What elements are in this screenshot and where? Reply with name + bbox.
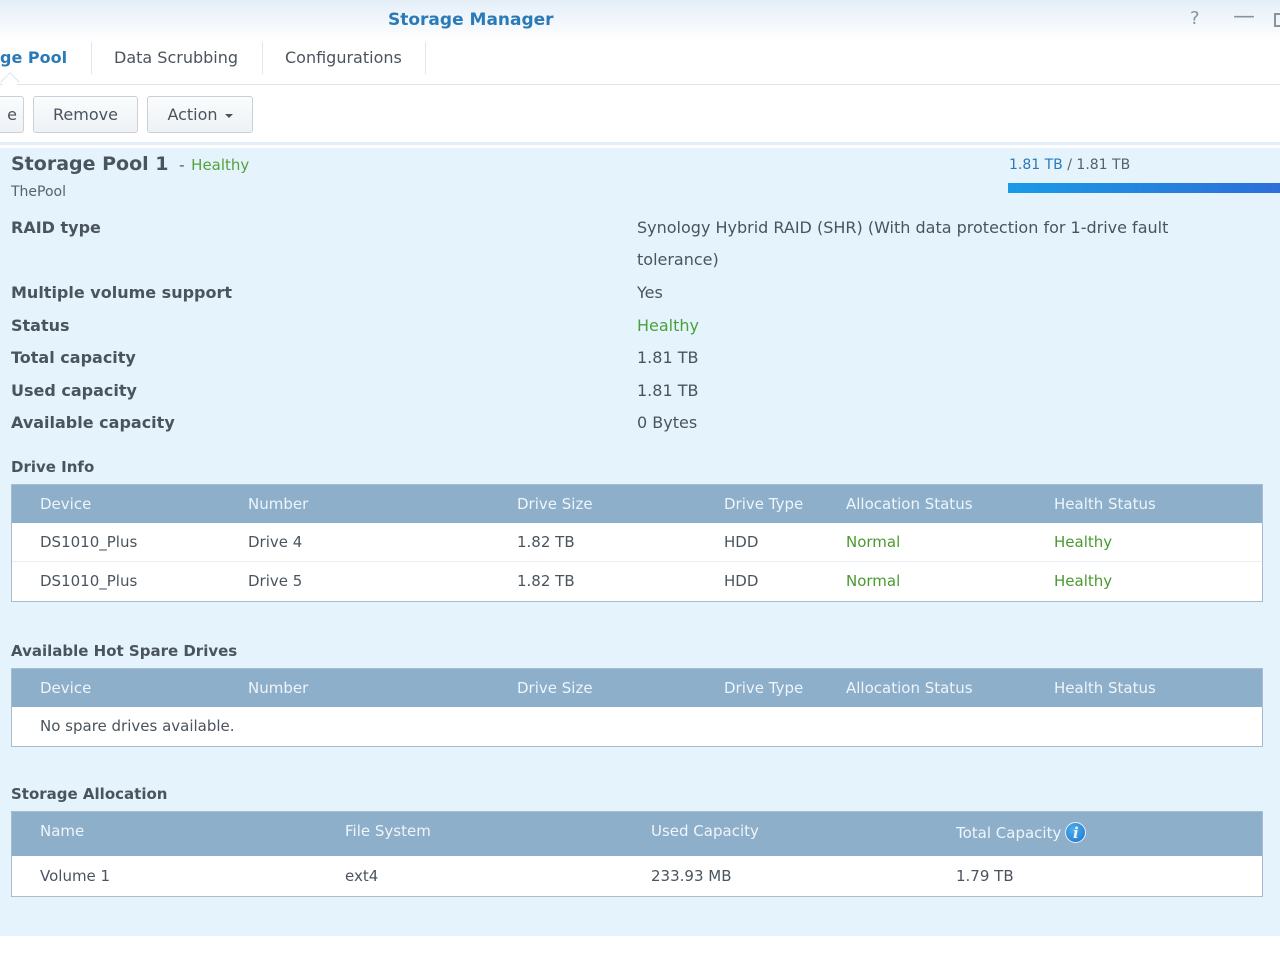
action-button[interactable]: Action — [147, 96, 253, 133]
hot-spare-title: Available Hot Spare Drives — [11, 642, 238, 660]
cell-number: Drive 5 — [248, 572, 303, 590]
prop-value-multiple-volume: Yes — [637, 283, 663, 302]
caret-down-icon — [224, 113, 233, 118]
maximize-icon[interactable] — [1274, 13, 1280, 27]
cell-file-system: ext4 — [345, 867, 379, 885]
cell-health-status: Healthy — [1054, 572, 1113, 590]
prop-label-multiple-volume: Multiple volume support — [11, 283, 233, 302]
pool-health-badge: Healthy — [191, 156, 250, 174]
hot-spare-table: Device Number Drive Size Drive Type Allo… — [11, 668, 1263, 747]
help-icon[interactable]: ? — [1190, 8, 1200, 29]
column-header[interactable]: Allocation Status — [846, 495, 973, 513]
prop-value-available-capacity: 0 Bytes — [637, 413, 698, 432]
prop-label-raid-type: RAID type — [11, 218, 101, 237]
action-button-label: Action — [167, 105, 218, 124]
drive-info-table: Device Number Drive Size Drive Type Allo… — [11, 484, 1263, 602]
window-titlebar: Storage Manager ? — — [0, 0, 1280, 42]
info-icon[interactable]: i — [1065, 822, 1087, 843]
tab-divider — [262, 42, 263, 74]
storage-allocation-table: Name File System Used Capacity Total Cap… — [11, 811, 1263, 897]
pool-name: Storage Pool 1 — [11, 153, 169, 175]
column-header[interactable]: Device — [40, 679, 91, 697]
cell-device: DS1010_Plus — [40, 533, 138, 551]
column-header[interactable]: Allocation Status — [846, 679, 973, 697]
prop-value-total-capacity: 1.81 TB — [637, 348, 699, 367]
column-header-label: Total Capacity — [956, 824, 1062, 842]
column-header[interactable]: Name — [40, 822, 84, 840]
tab-bar: ge Pool Data Scrubbing Configurations — [0, 42, 1280, 92]
table-header: Device Number Drive Size Drive Type Allo… — [12, 485, 1262, 523]
minimize-icon[interactable]: — — [1233, 4, 1255, 29]
cell-used-capacity: 233.93 MB — [651, 867, 732, 885]
column-header[interactable]: Number — [248, 679, 308, 697]
column-header[interactable]: Health Status — [1054, 495, 1156, 513]
cell-number: Drive 4 — [248, 533, 303, 551]
prop-label-total-capacity: Total capacity — [11, 348, 136, 367]
table-row[interactable]: DS1010_Plus Drive 4 1.82 TB HDD Normal H… — [12, 523, 1262, 562]
cell-allocation-status: Normal — [846, 533, 901, 551]
prop-value-status: Healthy — [637, 316, 700, 335]
cell-drive-size: 1.82 TB — [517, 572, 575, 590]
tab-divider — [425, 42, 426, 74]
column-header[interactable]: Drive Type — [724, 495, 803, 513]
column-header[interactable]: Health Status — [1054, 679, 1156, 697]
empty-message: No spare drives available. — [40, 717, 235, 735]
column-header[interactable]: Drive Type — [724, 679, 803, 697]
storage-allocation-title: Storage Allocation — [11, 785, 168, 803]
table-row[interactable]: DS1010_Plus Drive 5 1.82 TB HDD Normal H… — [12, 562, 1262, 601]
column-header[interactable]: Number — [248, 495, 308, 513]
column-header[interactable]: Drive Size — [517, 679, 593, 697]
column-header[interactable]: Drive Size — [517, 495, 593, 513]
pool-separator: - — [179, 156, 185, 174]
drive-info-title: Drive Info — [11, 458, 95, 476]
footer-area — [0, 936, 1280, 960]
cell-drive-type: HDD — [724, 572, 759, 590]
usage-progress-fill — [1008, 183, 1280, 193]
usage-used: 1.81 TB — [1009, 157, 1063, 173]
cell-name: Volume 1 — [40, 867, 111, 885]
cell-device: DS1010_Plus — [40, 572, 138, 590]
pool-description: ThePool — [11, 184, 67, 200]
table-header: Device Number Drive Size Drive Type Allo… — [12, 669, 1262, 707]
app-title: Storage Manager — [388, 10, 554, 30]
cell-allocation-status: Normal — [846, 572, 901, 590]
prop-label-used-capacity: Used capacity — [11, 381, 137, 400]
usage-progress-bar — [1008, 183, 1280, 193]
remove-button[interactable]: Remove — [33, 96, 138, 133]
usage-readout: 1.81 TB / 1.81 TB — [1009, 157, 1130, 173]
table-row[interactable]: Volume 1 ext4 233.93 MB 1.79 TB — [12, 856, 1262, 896]
prop-value-used-capacity: 1.81 TB — [637, 381, 699, 400]
empty-row: No spare drives available. — [12, 707, 1262, 746]
cell-drive-size: 1.82 TB — [517, 533, 575, 551]
tab-configurations[interactable]: Configurations — [285, 42, 402, 74]
prop-label-available-capacity: Available capacity — [11, 413, 175, 432]
prop-label-status: Status — [11, 316, 70, 335]
column-header[interactable]: Device — [40, 495, 91, 513]
tab-data-scrubbing[interactable]: Data Scrubbing — [114, 42, 238, 74]
prop-value-raid-type: Synology Hybrid RAID (SHR) (With data pr… — [637, 218, 1169, 269]
column-header-total-capacity[interactable]: Total Capacity i — [956, 822, 1087, 844]
usage-total: 1.81 TB — [1076, 157, 1131, 173]
column-header[interactable]: Used Capacity — [651, 822, 759, 840]
toolbar: e Remove Action — [0, 85, 1280, 145]
table-header: Name File System Used Capacity Total Cap… — [12, 812, 1262, 856]
usage-separator: / — [1062, 157, 1077, 173]
tab-storage-pool[interactable]: ge Pool — [0, 42, 67, 74]
cell-health-status: Healthy — [1054, 533, 1113, 551]
tab-divider — [91, 42, 92, 74]
cell-drive-type: HDD — [724, 533, 759, 551]
partial-button[interactable]: e — [0, 96, 24, 133]
column-header[interactable]: File System — [345, 822, 431, 840]
pool-header: Storage Pool 1 - Healthy — [11, 153, 249, 175]
cell-total-capacity: 1.79 TB — [956, 867, 1014, 885]
pool-detail-panel: Storage Pool 1 - Healthy ThePool 1.81 TB… — [0, 148, 1280, 936]
